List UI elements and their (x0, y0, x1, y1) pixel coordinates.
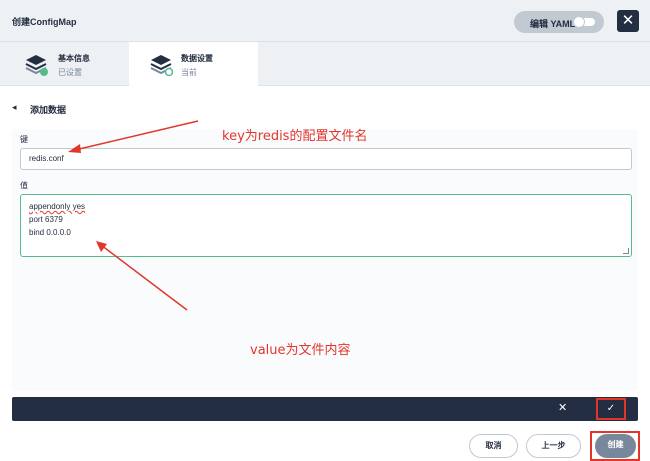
resize-handle[interactable] (623, 248, 629, 254)
step-basic-info[interactable]: 基本信息 已设置 (0, 42, 129, 86)
confirm-button[interactable]: ✓ (596, 398, 626, 420)
key-input[interactable]: redis.conf (20, 148, 632, 170)
dialog-header: 创建ConfigMap 编辑 YAML ✕ (0, 0, 650, 42)
value-line: bind 0.0.0.0 (29, 228, 71, 237)
discard-icon[interactable]: ✕ (558, 401, 567, 414)
edit-yaml-toggle[interactable]: 编辑 YAML (514, 11, 604, 33)
create-button[interactable]: 创建 (595, 434, 636, 458)
key-annotation: key为redis的配置文件名 (222, 129, 368, 144)
previous-step-button[interactable]: 上一步 (526, 434, 581, 458)
value-line: port 6379 (29, 215, 63, 224)
step-data-settings[interactable]: 数据设置 当前 (129, 42, 258, 86)
layers-icon (25, 55, 48, 76)
check-icon: ✓ (606, 403, 616, 414)
dialog-title: 创建ConfigMap (12, 17, 77, 27)
value-annotation: value为文件内容 (250, 343, 351, 358)
value-label: 值 (20, 181, 28, 190)
wizard-steps: 基本信息 已设置 数据设置 当前 (0, 42, 650, 86)
cancel-button[interactable]: 取消 (469, 434, 518, 458)
value-textarea[interactable]: appendonly yes port 6379 bind 0.0.0.0 (20, 194, 632, 257)
key-label: 键 (20, 135, 28, 144)
step-status: 当前 (181, 68, 197, 77)
row-action-bar: ✕ ✓ (12, 397, 638, 421)
section-title: 添加数据 (30, 105, 67, 115)
value-line: appendonly yes (29, 202, 86, 211)
step-title: 基本信息 (58, 54, 90, 63)
close-icon: ✕ (621, 12, 635, 29)
step-status: 已设置 (58, 68, 82, 77)
layers-icon (150, 55, 173, 77)
toggle-knob (573, 16, 585, 28)
close-button[interactable]: ✕ (617, 10, 639, 32)
step-title: 数据设置 (181, 54, 213, 63)
toggle-switch[interactable] (573, 16, 595, 28)
back-icon[interactable]: ◂ (12, 102, 17, 113)
edit-yaml-label: 编辑 YAML (530, 19, 576, 29)
